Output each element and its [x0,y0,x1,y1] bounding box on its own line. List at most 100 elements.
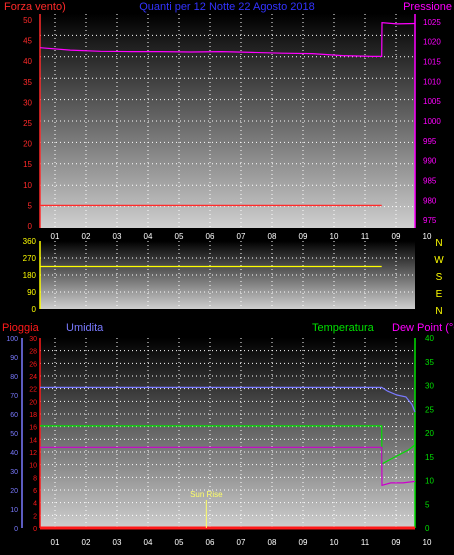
top-x-tick-label: 10 [423,232,432,241]
temperature-tick-label: 20 [425,429,434,438]
top-x-tick-label: 05 [175,232,184,241]
top-x-tick-label: 09 [299,232,308,241]
temperature-tick-label: 5 [425,500,430,509]
sunrise-label: Sun Rise [190,490,223,499]
bottom-x-tick-label: 09 [299,538,308,547]
rain-tick-label: 14 [29,437,37,444]
wind-tick-label: 0 [28,222,33,231]
wind-tick-label: 25 [23,119,32,128]
bottom-x-tick-label: 11 [361,538,370,547]
top-x-tick-label: 09 [392,232,401,241]
pressure-tick-label: 1020 [423,38,441,47]
humidity-tick-label: 80 [10,374,18,381]
humidity-tick-label: 100 [6,336,18,343]
top-chart-title: Quanti per 12 Notte 22 Agosto 2018 [139,1,315,13]
top-x-tick-label: 02 [82,232,91,241]
top-x-tick-label: 01 [51,232,60,241]
pressure-tick-label: 995 [423,137,437,146]
wind-tick-label: 10 [23,181,32,190]
rain-tick-label: 30 [29,336,37,343]
pressure-tick-label: 1015 [423,58,441,67]
rain-tick-label: 10 [29,463,37,470]
bottom-x-tick-label: 09 [392,538,401,547]
rain-tick-label: 2 [33,513,37,520]
direction-tick-label: 90 [27,288,36,297]
bottom-x-tick-label: 04 [144,538,153,547]
temperature-tick-label: 10 [425,477,434,486]
wind-tick-label: 40 [23,57,32,66]
top-x-tick-label: 04 [144,232,153,241]
top-x-tick-label: 11 [361,232,370,241]
wind-tick-label: 5 [28,201,33,210]
wind-tick-label: 50 [23,16,32,25]
rain-tick-label: 18 [29,412,37,419]
wind-tick-label: 20 [23,140,32,149]
temperature-tick-label: 40 [425,334,434,343]
bottom-x-tick-label: 08 [268,538,277,547]
rain-tick-label: 12 [29,450,37,457]
wind-tick-label: 15 [23,160,32,169]
pressure-tick-label: 985 [423,176,437,185]
bottom-x-tick-label: 02 [82,538,91,547]
rain-tick-label: 26 [29,361,37,368]
rain-tick-label: 24 [29,374,37,381]
humidity-tick-label: 50 [10,431,18,438]
bottom-x-tick-label: 07 [237,538,246,547]
rain-tick-label: 16 [29,425,37,432]
compass-label: E [436,289,443,300]
rain-axis-label: Pioggia [2,322,40,334]
rain-tick-label: 28 [29,349,37,356]
humidity-tick-label: 20 [10,488,18,495]
wind-tick-label: 30 [23,98,32,107]
dewpoint-axis-label: Dew Point (°C) [392,322,454,334]
humidity-tick-label: 10 [10,507,18,514]
bottom-x-tick-label: 03 [113,538,122,547]
humidity-tick-label: 90 [10,355,18,362]
humidity-tick-label: 40 [10,450,18,457]
pressure-axis-label: Pressione [403,1,452,13]
humidity-tick-label: 30 [10,469,18,476]
rain-tick-label: 22 [29,387,37,394]
compass-label: W [434,255,444,266]
rain-tick-label: 0 [33,526,37,533]
temperature-tick-label: 35 [425,358,434,367]
wind-tick-label: 35 [23,78,32,87]
bottom-chart-plot-area [40,338,415,528]
weather-charts-svg: Forza vento) Quanti per 12 Notte 22 Agost… [2,1,454,547]
bottom-x-tick-label: 10 [330,538,339,547]
pressure-tick-label: 990 [423,157,437,166]
pressure-tick-label: 1005 [423,97,441,106]
direction-tick-label: 360 [23,237,37,246]
direction-tick-label: 270 [23,254,37,263]
top-x-tick-label: 03 [113,232,122,241]
rain-tick-label: 4 [33,501,37,508]
pressure-tick-label: 1010 [423,77,441,86]
pressure-tick-label: 1000 [423,117,441,126]
bottom-x-tick-label: 05 [175,538,184,547]
wind-axis-label: Forza vento) [4,1,66,13]
top-x-tick-label: 07 [237,232,246,241]
pressure-tick-label: 980 [423,196,437,205]
compass-label: S [436,272,443,283]
humidity-tick-label: 60 [10,412,18,419]
temperature-tick-label: 30 [425,382,434,391]
temperature-tick-label: 15 [425,453,434,462]
direction-tick-label: 180 [23,271,37,280]
compass-label: N [435,306,442,317]
humidity-tick-label: 0 [14,526,18,533]
direction-tick-label: 0 [32,305,37,314]
bottom-x-tick-label: 10 [423,538,432,547]
top-x-tick-label: 06 [206,232,215,241]
rain-tick-label: 20 [29,399,37,406]
bottom-x-tick-label: 06 [206,538,215,547]
temperature-tick-label: 25 [425,405,434,414]
wind-tick-label: 45 [23,37,32,46]
humidity-tick-label: 70 [10,393,18,400]
rain-tick-label: 6 [33,488,37,495]
pressure-tick-label: 975 [423,216,437,225]
rain-tick-label: 8 [33,475,37,482]
top-x-tick-label: 10 [330,232,339,241]
compass-label: N [435,238,442,249]
bottom-x-tick-label: 01 [51,538,60,547]
temperature-axis-label: Temperatura [312,322,375,334]
